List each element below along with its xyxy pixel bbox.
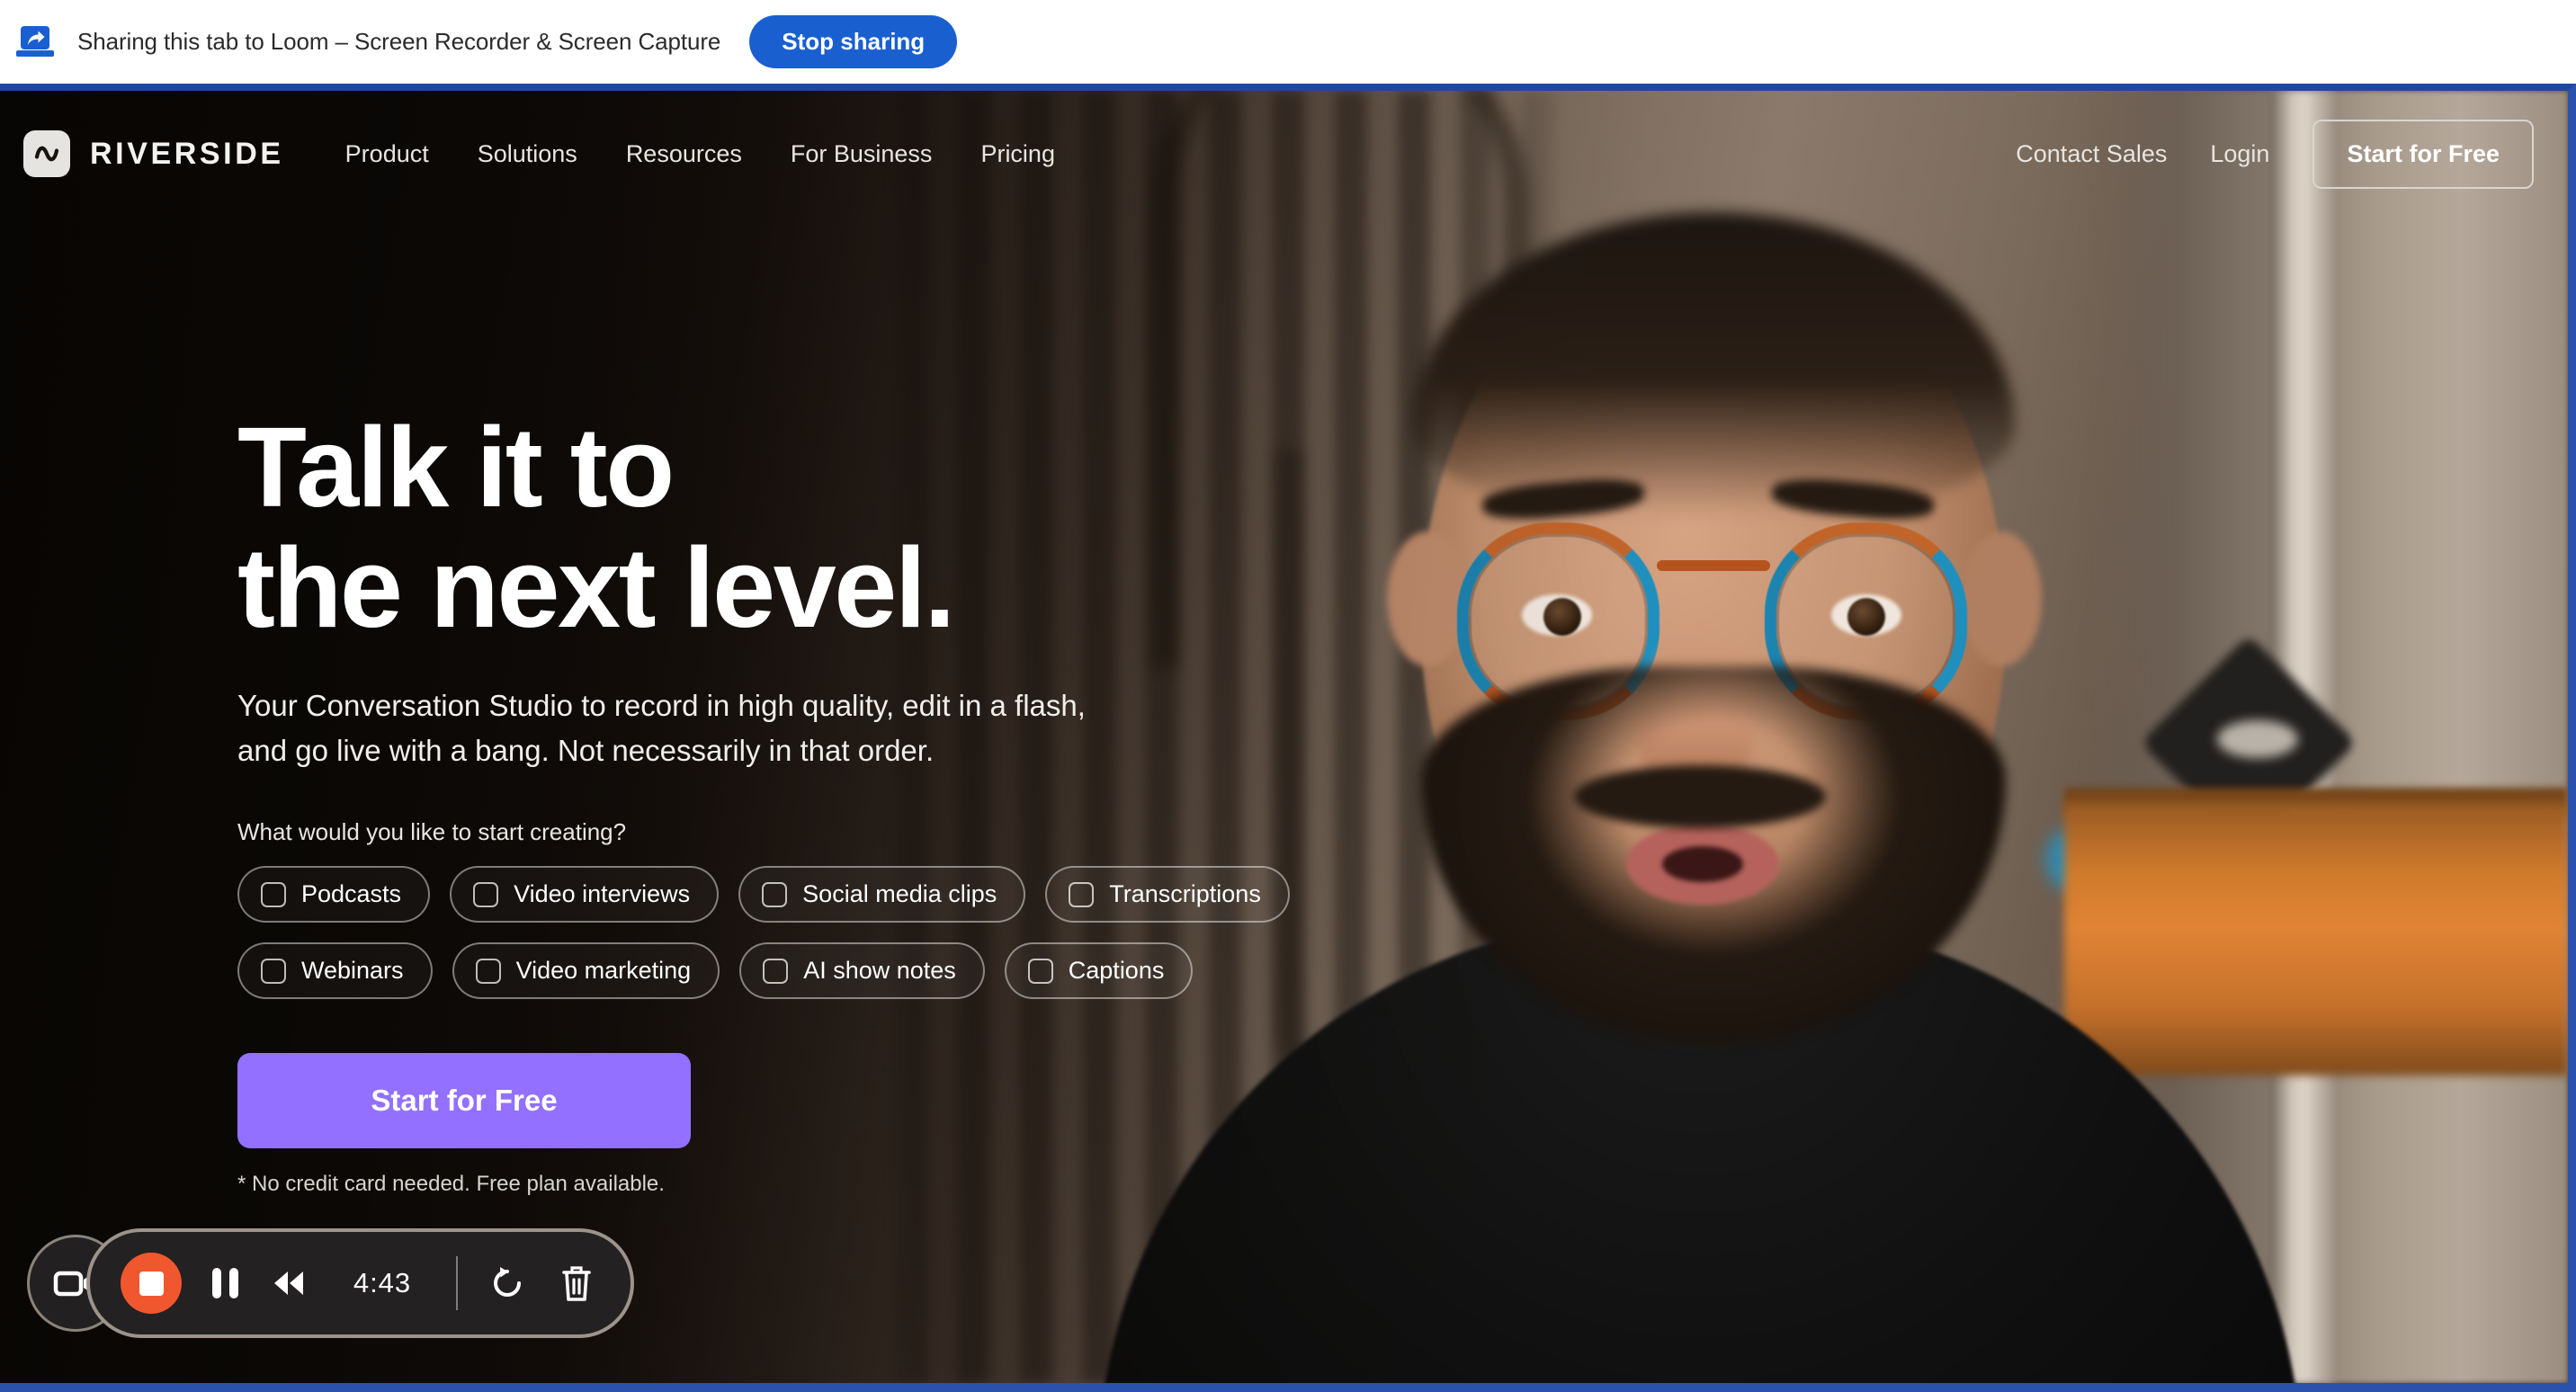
nav-item-solutions[interactable]: Solutions [478, 140, 577, 168]
rewind-icon [274, 1272, 303, 1295]
pause-recording-button[interactable] [212, 1268, 238, 1298]
restart-recording-button[interactable] [488, 1263, 528, 1303]
option-chip-ai-show-notes[interactable]: AI show notes [739, 942, 985, 1000]
headline-line-1: Talk it to [237, 404, 675, 531]
option-chip-podcasts[interactable]: Podcasts [237, 866, 431, 924]
loom-recorder-controls: 4:43 [27, 1228, 634, 1338]
checkbox-icon[interactable] [261, 881, 286, 907]
option-label: Video marketing [515, 957, 692, 985]
nav-item-resources[interactable]: Resources [626, 140, 742, 168]
subheadline-line-2: and go live with a bang. Not necessarily… [237, 734, 935, 768]
option-label: AI show notes [803, 957, 956, 985]
sharing-message: Sharing this tab to Loom – Screen Record… [77, 28, 721, 55]
subheadline-line-1: Your Conversation Studio to record in hi… [237, 689, 1086, 723]
creation-prompt-label: What would you like to start creating? [237, 818, 627, 846]
hero-content: Talk it to the next level. Your Conversa… [237, 407, 1389, 1197]
option-label: Webinars [301, 957, 404, 985]
option-chip-webinars[interactable]: Webinars [237, 942, 433, 1000]
checkbox-icon[interactable] [1069, 881, 1095, 907]
recording-timer: 4:43 [353, 1267, 412, 1298]
screen-share-icon [16, 23, 54, 61]
option-label: Podcasts [301, 880, 402, 908]
recorder-control-bar: 4:43 [86, 1228, 634, 1338]
creation-options-row-2: Webinars Video marketing AI show notes C… [237, 942, 1389, 1000]
nav-start-for-free-button[interactable]: Start for Free [2312, 119, 2534, 189]
option-chip-social-media-clips[interactable]: Social media clips [738, 866, 1026, 924]
shared-tab-viewport: RIVERSIDE Product Solutions Resources Fo… [0, 84, 2576, 1392]
checkbox-icon[interactable] [473, 881, 499, 907]
checkbox-icon[interactable] [1027, 958, 1053, 984]
nav-item-product[interactable]: Product [345, 140, 429, 168]
control-divider [456, 1256, 458, 1310]
nav-item-pricing[interactable]: Pricing [980, 140, 1055, 168]
secondary-navigation: Contact Sales Login Start for Free [2016, 119, 2534, 189]
nav-item-login[interactable]: Login [2210, 140, 2269, 168]
browser-sharing-bar: Sharing this tab to Loom – Screen Record… [0, 0, 2576, 84]
checkbox-icon[interactable] [763, 958, 789, 984]
restart-arrow-icon [494, 1267, 521, 1297]
checkbox-icon[interactable] [261, 958, 286, 984]
page-title: Talk it to the next level. [237, 407, 1389, 647]
hero-subheadline: Your Conversation Studio to record in hi… [237, 683, 1344, 773]
option-chip-video-interviews[interactable]: Video interviews [450, 866, 720, 924]
option-label: Captions [1068, 957, 1165, 985]
option-label: Transcriptions [1109, 880, 1261, 908]
trash-icon [562, 1266, 591, 1301]
wave-glyph [34, 146, 59, 162]
creation-options-row-1: Podcasts Video interviews Social media c… [237, 866, 1389, 924]
brand-logo[interactable]: RIVERSIDE [23, 130, 284, 177]
cta-disclaimer: * No credit card needed. Free plan avail… [237, 1172, 665, 1197]
stop-recording-button[interactable] [121, 1253, 182, 1314]
option-label: Video interviews [514, 880, 691, 908]
brand-name: RIVERSIDE [90, 136, 284, 171]
pause-bar-right [229, 1268, 238, 1298]
option-label: Social media clips [802, 880, 997, 908]
rewind-button[interactable] [269, 1268, 309, 1298]
headline-line-2: the next level. [237, 523, 955, 651]
option-chip-captions[interactable]: Captions [1004, 942, 1194, 1000]
hero-start-for-free-button[interactable]: Start for Free [237, 1053, 691, 1149]
option-chip-transcriptions[interactable]: Transcriptions [1045, 866, 1290, 924]
primary-navigation: Product Solutions Resources For Business… [345, 140, 1055, 168]
stop-square-icon [139, 1271, 164, 1296]
pause-bar-left [212, 1268, 221, 1298]
stop-sharing-button[interactable]: Stop sharing [749, 15, 958, 68]
option-chip-video-marketing[interactable]: Video marketing [452, 942, 720, 1000]
checkbox-icon[interactable] [475, 958, 501, 984]
nav-item-for-business[interactable]: For Business [791, 140, 933, 168]
site-navbar: RIVERSIDE Product Solutions Resources Fo… [0, 91, 2568, 217]
delete-recording-button[interactable] [559, 1263, 595, 1304]
riverside-wave-logo-icon [23, 130, 70, 177]
checkbox-icon[interactable] [762, 881, 788, 907]
share-arrow-glyph [28, 31, 45, 45]
nav-item-contact-sales[interactable]: Contact Sales [2016, 140, 2167, 168]
